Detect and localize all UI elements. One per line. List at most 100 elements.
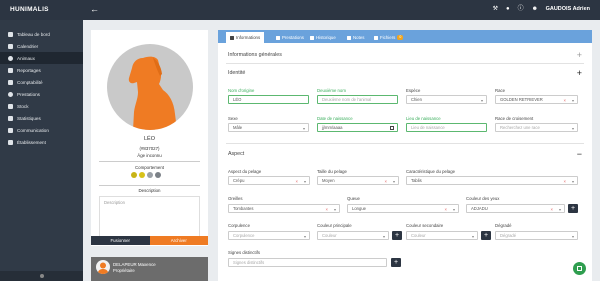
section-aspect-title[interactable]: Aspect: [228, 151, 244, 157]
user-name[interactable]: GAUDOIS Adrien: [546, 6, 590, 12]
clear-icon[interactable]: ×: [564, 179, 566, 184]
owner-card[interactable]: DELAPEUR Maxence Propriétaire: [91, 257, 208, 281]
sidebar-item-reportages[interactable]: Reportages: [0, 64, 83, 76]
add-distinctive-sign-button[interactable]: +: [391, 258, 401, 267]
sidebar-item-statistiques[interactable]: Statistiques: [0, 112, 83, 124]
report-icon: [8, 67, 13, 73]
behaviour-dot[interactable]: [139, 172, 145, 178]
field-label: Caractéristique du pelage: [406, 169, 455, 174]
species-value: Chien: [411, 97, 422, 102]
section-general-title[interactable]: Informations générales: [228, 52, 282, 58]
ears-select[interactable]: Tombantes × ▾: [228, 204, 340, 213]
tab-notes[interactable]: Notes: [343, 32, 368, 43]
tab-prestations[interactable]: Prestations: [272, 32, 308, 43]
animal-avatar[interactable]: [107, 44, 193, 130]
tail-select[interactable]: Longue × ▾: [347, 204, 459, 213]
sidebar-item-animaux[interactable]: Animaux: [0, 52, 83, 64]
field-label: Race de croisement: [495, 116, 534, 121]
tab-historique[interactable]: Historique: [306, 32, 340, 43]
behaviour-dot[interactable]: [147, 172, 153, 178]
chevron-down-icon: ▾: [558, 206, 561, 212]
wrench-icon[interactable]: ⚒: [493, 5, 498, 13]
save-button[interactable]: [573, 262, 586, 275]
main-color-placeholder: Couleur: [322, 233, 337, 238]
gradient-select[interactable]: Dégradé ▾: [495, 231, 578, 240]
field-label: Lieu de naissance: [406, 116, 441, 121]
coat-aspect-value: Crépu: [233, 178, 245, 183]
sidebar-item-label: Reportages: [17, 67, 41, 73]
user-icon[interactable]: ☻: [532, 5, 538, 13]
chevron-down-icon: ▾: [471, 233, 474, 239]
building-icon: [8, 139, 13, 145]
divider: [226, 63, 584, 64]
sex-select[interactable]: Mâle ▾: [228, 123, 309, 132]
behaviour-label: Comportement: [134, 165, 165, 170]
coat-aspect-select[interactable]: Crépu × ▾: [228, 176, 310, 185]
calendar-icon[interactable]: [390, 125, 394, 130]
breed-select[interactable]: GOLDEN RETRIEVER × ▾: [495, 95, 578, 104]
sidebar-item-etablissement[interactable]: Établissement: [0, 136, 83, 148]
sidebar-item-stock[interactable]: Stock: [0, 100, 83, 112]
sidebar-item-communication[interactable]: Communication: [0, 124, 83, 136]
sidebar-item-calendrier[interactable]: Calendrier: [0, 40, 83, 52]
behaviour-dot[interactable]: [155, 172, 161, 178]
add-secondary-color-button[interactable]: +: [481, 231, 491, 240]
app-logo[interactable]: HUNIMALIS: [10, 6, 49, 13]
field-label: Aspect du pelage: [228, 169, 262, 174]
merge-button[interactable]: Fusionner: [91, 236, 150, 245]
top-icons: ⚒ ● ⓘ ☻: [493, 5, 538, 13]
coat-length-select[interactable]: Moyen × ▾: [317, 176, 399, 185]
sidebar-item-prestations[interactable]: Prestations: [0, 88, 83, 100]
description-input[interactable]: Description: [99, 196, 200, 238]
info-icon[interactable]: ⓘ: [518, 5, 524, 13]
secondary-color-select[interactable]: Couleur ▾: [406, 231, 478, 240]
back-arrow-icon[interactable]: ←: [90, 4, 99, 14]
expand-icon[interactable]: +: [577, 51, 582, 60]
field-label: Dégradé: [495, 223, 512, 228]
coat-feature-select[interactable]: Tablis × ▾: [406, 176, 578, 185]
collapse-icon[interactable]: −: [577, 150, 582, 159]
birth-date-input[interactable]: jj/mm/aaaa: [317, 123, 398, 132]
files-count-badge: 0: [397, 35, 404, 40]
tab-fichiers[interactable]: Fichiers 0: [370, 32, 407, 43]
archive-button[interactable]: Archiver: [149, 236, 208, 245]
animal-profile-card: LÉO (#837027) Âge inconnu Comportement D…: [91, 30, 208, 246]
eye-color-select[interactable]: ADJADU × ▾: [466, 204, 565, 213]
add-main-color-button[interactable]: +: [392, 231, 402, 240]
tab-informations[interactable]: Informations: [226, 32, 265, 43]
tab-label: Prestations: [282, 35, 304, 40]
clear-icon[interactable]: ×: [445, 207, 447, 212]
species-select[interactable]: Chien ▾: [406, 95, 487, 104]
clear-icon[interactable]: ×: [564, 98, 566, 103]
behaviour-dot[interactable]: [131, 172, 137, 178]
divider: [99, 185, 200, 186]
second-name-input[interactable]: Deuxième nom de l'animal: [317, 95, 398, 104]
sidebar: Tableau de bord Calendrier Animaux Repor…: [0, 20, 83, 281]
birth-place-input[interactable]: Lieu de naissance: [406, 123, 487, 132]
coat-feature-value: Tablis: [411, 178, 422, 183]
clear-icon[interactable]: ×: [326, 207, 328, 212]
clear-icon[interactable]: ×: [551, 207, 553, 212]
bell-icon[interactable]: ●: [506, 5, 510, 13]
clear-icon[interactable]: ×: [296, 179, 298, 184]
birth-date-value: jj/mm/aaaa: [322, 125, 343, 130]
tab-label: Historique: [316, 35, 336, 40]
section-identity-title[interactable]: Identité: [228, 70, 245, 76]
chevron-down-icon: ▾: [333, 206, 336, 212]
distinctive-signs-select[interactable]: Signes distinctifs: [228, 258, 387, 267]
divider: [99, 161, 200, 162]
cross-breed-select[interactable]: Recherchez une race ▾: [495, 123, 578, 132]
chevron-down-icon: ▾: [303, 178, 306, 184]
field-label: Race: [495, 88, 506, 93]
history-icon: [310, 35, 314, 40]
sidebar-item-comptabilite[interactable]: Comptabilité: [0, 76, 83, 88]
name-input[interactable]: LÉO: [228, 95, 309, 104]
build-select[interactable]: Corpulence ▾: [228, 231, 310, 240]
clear-icon[interactable]: ×: [385, 179, 387, 184]
sidebar-item-tableau-de-bord[interactable]: Tableau de bord: [0, 28, 83, 40]
collapse-icon[interactable]: [40, 274, 44, 278]
main-color-select[interactable]: Couleur ▾: [317, 231, 389, 240]
expand-icon[interactable]: +: [577, 69, 582, 78]
add-eye-color-button[interactable]: +: [568, 204, 578, 213]
sidebar-item-label: Prestations: [17, 91, 40, 97]
